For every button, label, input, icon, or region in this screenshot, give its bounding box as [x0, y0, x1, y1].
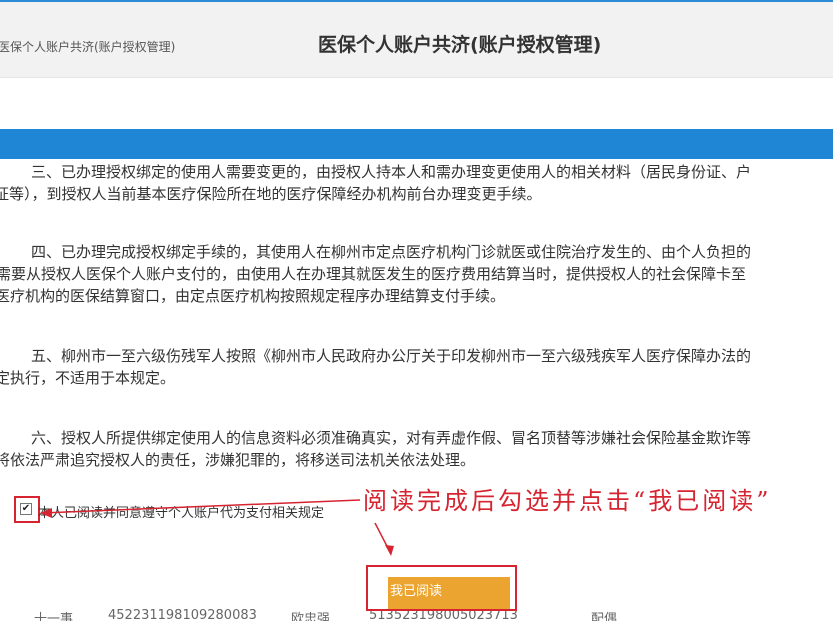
- instruction-annotation: 阅读完成后勾选并点击“我已阅读”: [363, 487, 772, 515]
- terms-line: 医疗机构的医保结算窗口，由定点医疗机构按照规定程序办理结算支付手续。: [0, 287, 506, 305]
- terms-line: 定执行，不适用于本规定。: [0, 369, 176, 387]
- terms-content: 三、已办理授权绑定的使用人需要变更的，由授权人持本人和需办理变更使用人的相关材料…: [0, 161, 833, 621]
- agreement-label[interactable]: 本人已阅读并同意遵守个人账户代为支付相关规定: [38, 502, 324, 521]
- confirm-read-button[interactable]: 我已阅读: [388, 577, 510, 609]
- table-cell: 配偶: [591, 612, 618, 621]
- terms-line: 四、已办理完成授权绑定手续的，其使用人在柳州市定点医疗机构门诊就医或住院治疗发生…: [31, 243, 752, 261]
- terms-line: 六、授权人所提供绑定使用人的信息资料必须准确真实，对有弄虚作假、冒名顶替等涉嫌社…: [31, 429, 752, 447]
- terms-line: 证等），到授权人当前基本医疗保险所在地的医疗保障经办机构前台办理变更手续。: [0, 185, 542, 203]
- terms-line: 将依法严肃追究授权人的责任，涉嫌犯罪的，将移送司法机关依法处理。: [0, 451, 476, 469]
- table-cell: 452231198109280083: [108, 608, 257, 621]
- section-header-bar: [0, 129, 833, 159]
- terms-line: 三、已办理授权绑定的使用人需要变更的，由授权人持本人和需办理变更使用人的相关材料…: [31, 163, 752, 181]
- page-title: 医保个人账户共济(账户授权管理): [318, 34, 602, 56]
- terms-paragraph-4: 四、已办理完成授权绑定手续的，其使用人在柳州市定点医疗机构门诊就医或住院治疗发生…: [0, 241, 833, 307]
- breadcrumb[interactable]: 医保个人账户共济(账户授权管理): [0, 38, 175, 55]
- terms-paragraph-5: 五、柳州市一至六级伤残军人按照《柳州市人民政府办公厅关于印发柳州市一至六级残疾军…: [0, 345, 833, 389]
- terms-line: 需要从授权人医保个人账户支付的，由使用人在办理其就医发生的医疗费用结算当时，提供…: [0, 265, 747, 283]
- terms-line: 五、柳州市一至六级伤残军人按照《柳州市人民政府办公厅关于印发柳州市一至六级残疾军…: [31, 347, 752, 365]
- page-header: 医保个人账户共济(账户授权管理) 医保个人账户共济(账户授权管理): [0, 2, 833, 78]
- agreement-checkbox[interactable]: ✔: [20, 503, 32, 515]
- terms-paragraph-6: 六、授权人所提供绑定使用人的信息资料必须准确真实，对有弄虚作假、冒名顶替等涉嫌社…: [0, 427, 833, 471]
- table-cell: 欧忠强: [291, 612, 331, 621]
- terms-paragraph-3: 三、已办理授权绑定的使用人需要变更的，由授权人持本人和需办理变更使用人的相关材料…: [0, 161, 833, 205]
- table-cell: 十一事: [34, 612, 74, 621]
